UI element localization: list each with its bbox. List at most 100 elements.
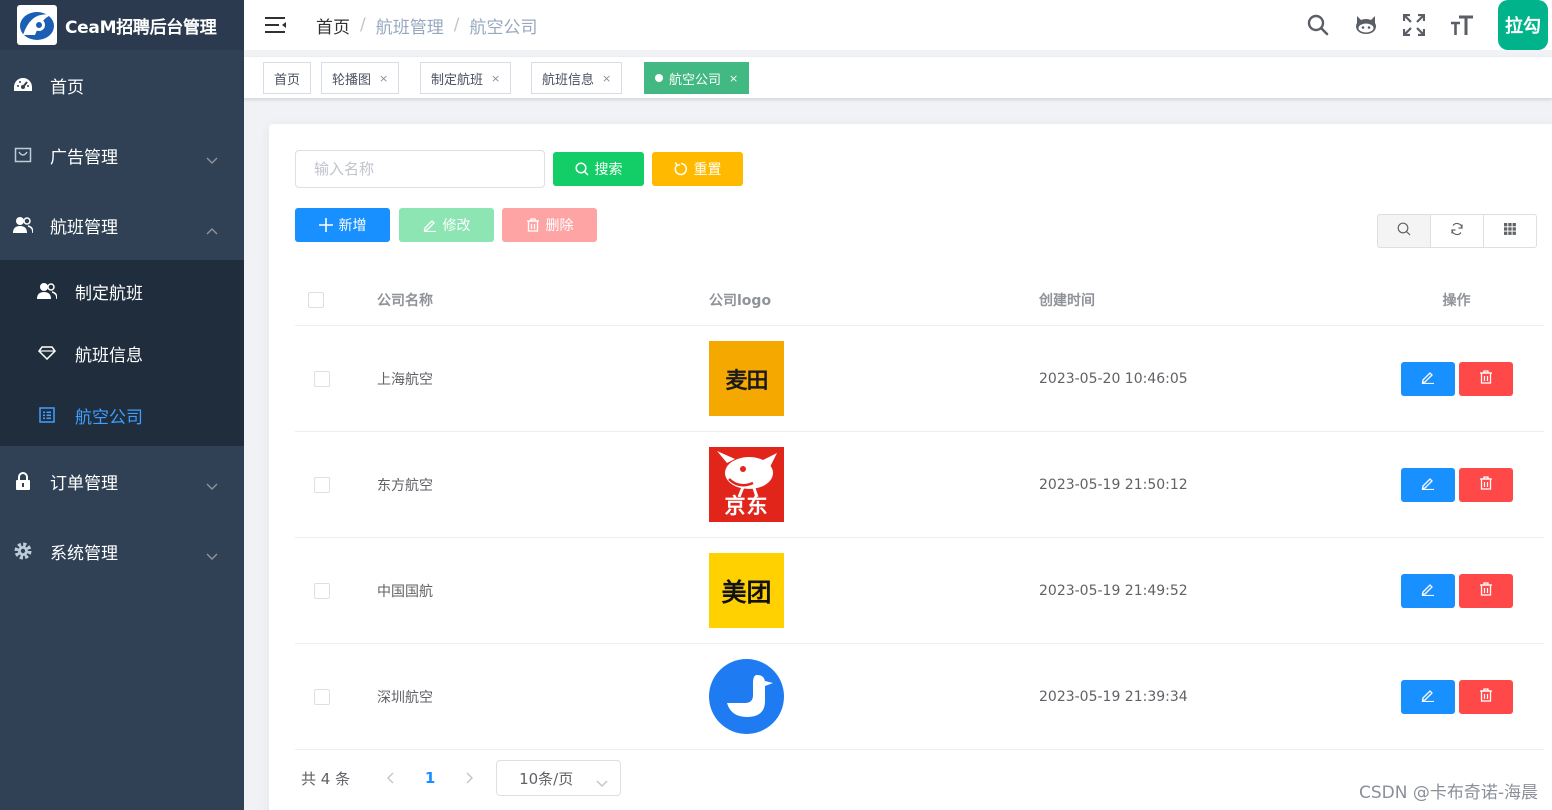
edit-button-label: 修改 — [442, 218, 471, 234]
peoples-icon — [13, 215, 33, 235]
row-delete-button[interactable] — [1458, 573, 1513, 608]
trash-icon — [1479, 688, 1493, 705]
prev-page-button[interactable] — [374, 772, 406, 784]
submenu-flights: 制定航班 航班信息 航空公司 — [0, 260, 244, 446]
company-name: 上海航空 — [377, 371, 433, 388]
search-icon — [574, 162, 589, 176]
main-content-card: 搜索 重置 新增 修改 删除 — [269, 124, 1552, 810]
page-size-select[interactable]: 10条/页 — [496, 760, 622, 796]
name-search-input[interactable] — [295, 150, 545, 188]
row-checkbox[interactable] — [314, 476, 330, 493]
pagination-total: 共 4 条 — [301, 769, 351, 788]
sidebar-item-ads[interactable]: 广告管理 — [0, 120, 244, 190]
row-edit-button[interactable] — [1400, 679, 1455, 714]
close-icon[interactable]: × — [379, 72, 388, 85]
chevron-down-icon — [206, 476, 218, 496]
breadcrumb-airlines: 航空公司 — [469, 17, 538, 38]
row-checkbox[interactable] — [314, 688, 330, 705]
search-icon — [1397, 222, 1411, 240]
tag-home[interactable]: 首页 — [263, 62, 312, 94]
pagination: 共 4 条 1 10条/页 — [301, 760, 622, 796]
sidebar-item-label: 制定航班 — [75, 283, 143, 304]
table-row: 东方航空 京东 2023-05-19 21:50:12 — [295, 432, 1544, 538]
sidebar-item-flight-info[interactable]: 航班信息 — [0, 322, 244, 384]
search-icon[interactable] — [1306, 13, 1330, 37]
columns-button[interactable] — [1483, 214, 1537, 248]
hamburger-icon[interactable] — [264, 13, 288, 37]
edit-icon — [1421, 476, 1435, 493]
tag-carousel[interactable]: 轮播图 × — [321, 62, 400, 94]
top-navbar: 首页 / 航班管理 / 航空公司 拉勾 — [244, 0, 1552, 50]
table-toolbar — [1377, 214, 1537, 248]
plus-icon — [318, 218, 333, 232]
row-delete-button[interactable] — [1458, 361, 1513, 396]
edit-button[interactable]: 修改 — [399, 208, 494, 242]
sidebar-item-schedule-flight[interactable]: 制定航班 — [0, 260, 244, 322]
sidebar-item-flights[interactable]: 航班管理 — [0, 190, 244, 260]
watermark: CSDN @卡布奇诺-海晨 — [1358, 783, 1538, 803]
github-icon[interactable] — [1354, 13, 1378, 37]
select-all-checkbox[interactable] — [308, 291, 324, 308]
delete-button-label: 删除 — [545, 218, 574, 234]
font-size-icon[interactable] — [1450, 13, 1474, 37]
delete-button[interactable]: 删除 — [502, 208, 597, 242]
toggle-search-button[interactable] — [1377, 214, 1431, 248]
tag-flight-info[interactable]: 航班信息 × — [531, 62, 623, 94]
sidebar-item-system[interactable]: 系统管理 — [0, 516, 244, 586]
app-logo-bar[interactable]: CeaM招聘后台管理 — [0, 0, 244, 50]
app-logo-icon — [17, 5, 57, 45]
close-icon[interactable]: × — [729, 72, 738, 85]
tag-airlines[interactable]: 航空公司 × — [644, 62, 750, 94]
row-delete-button[interactable] — [1458, 679, 1513, 714]
jd-logo: 京东 — [709, 447, 784, 522]
chevron-down-icon — [596, 774, 608, 792]
close-icon[interactable]: × — [602, 72, 611, 85]
row-delete-button[interactable] — [1458, 467, 1513, 502]
shopping-bag-icon — [13, 145, 33, 165]
tag-label: 航班信息 — [542, 72, 595, 88]
row-edit-button[interactable] — [1400, 573, 1455, 608]
sidebar-item-label: 首页 — [50, 77, 84, 98]
close-icon[interactable]: × — [491, 72, 500, 85]
lagou-button[interactable]: 拉勾 — [1498, 0, 1548, 50]
created-time: 2023-05-20 10:46:05 — [1039, 370, 1188, 387]
table-row: 上海航空 麦田 2023-05-20 10:46:05 — [295, 326, 1544, 432]
sidebar-item-orders[interactable]: 订单管理 — [0, 446, 244, 516]
fullscreen-icon[interactable] — [1402, 13, 1426, 37]
next-page-button[interactable] — [454, 772, 486, 784]
reset-button[interactable]: 重置 — [652, 152, 743, 186]
row-checkbox[interactable] — [314, 582, 330, 599]
table-header: 公司名称 公司logo 创建时间 操作 — [295, 274, 1544, 326]
refresh-table-button[interactable] — [1430, 214, 1484, 248]
lock-icon — [13, 471, 33, 491]
sidebar-item-label: 订单管理 — [50, 473, 118, 494]
peoples-icon — [37, 281, 57, 301]
logo-text: 美团 — [721, 577, 772, 607]
chevron-left-icon — [387, 772, 394, 784]
breadcrumb-home[interactable]: 首页 — [316, 13, 350, 38]
row-edit-button[interactable] — [1400, 467, 1455, 502]
add-button[interactable]: 新增 — [295, 208, 390, 242]
breadcrumb-flights: 航班管理 — [375, 17, 444, 38]
created-time: 2023-05-19 21:49:52 — [1039, 582, 1188, 599]
created-time: 2023-05-19 21:39:34 — [1039, 688, 1188, 705]
column-header-actions: 操作 — [1442, 292, 1471, 309]
page-size-value: 10条/页 — [519, 769, 574, 788]
chevron-up-icon — [206, 220, 218, 240]
search-button[interactable]: 搜索 — [553, 152, 644, 186]
diamond-icon — [37, 343, 57, 363]
breadcrumb-separator: / — [360, 15, 366, 35]
sidebar-item-airlines[interactable]: 航空公司 — [0, 384, 244, 446]
tag-label: 轮播图 — [332, 72, 372, 88]
sidebar-item-label: 航班管理 — [50, 217, 118, 238]
column-header-logo: 公司logo — [709, 292, 772, 309]
row-edit-button[interactable] — [1400, 361, 1455, 396]
sidebar-item-home[interactable]: 首页 — [0, 50, 244, 120]
add-button-label: 新增 — [338, 218, 367, 234]
row-checkbox[interactable] — [314, 370, 330, 387]
tag-schedule-flight[interactable]: 制定航班 × — [420, 62, 512, 94]
app-title: CeaM招聘后台管理 — [65, 17, 217, 38]
page-number-current[interactable]: 1 — [414, 769, 446, 787]
sidebar-item-label: 航空公司 — [75, 407, 143, 428]
sidebar: CeaM招聘后台管理 首页 广告管理 航班管理 制定航班 航班信息 航空公司 订… — [0, 0, 244, 810]
